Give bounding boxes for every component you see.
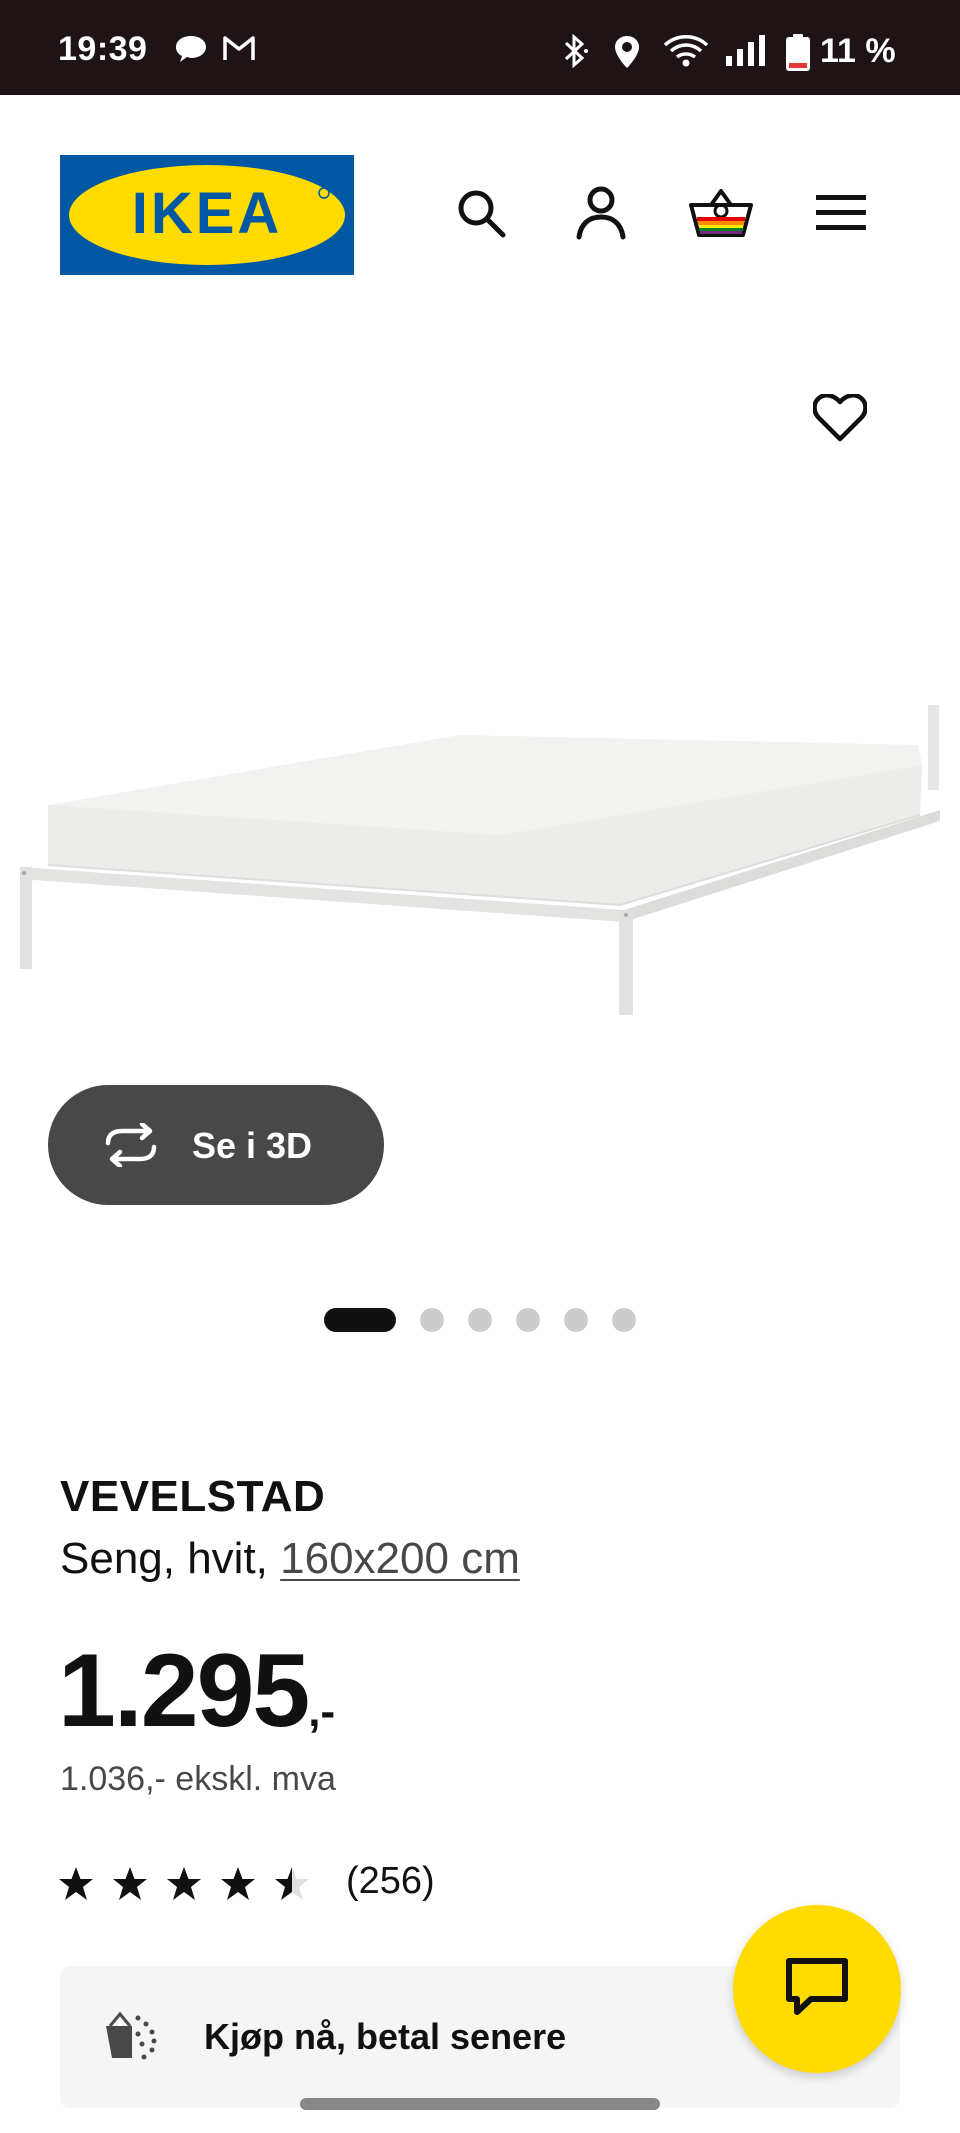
chat-bubble-icon: [174, 34, 208, 69]
heart-icon: [812, 392, 868, 447]
product-description: Seng, hvit, 160x200 cm: [60, 1534, 520, 1584]
gesture-navigation-bar[interactable]: [300, 2098, 660, 2110]
menu-button[interactable]: [806, 180, 876, 250]
search-icon: [455, 187, 507, 244]
product-gallery[interactable]: Se i 3D: [0, 295, 960, 1355]
gallery-pagination: [0, 1303, 960, 1333]
product-size-link[interactable]: 160x200 cm: [280, 1534, 520, 1583]
status-time: 19:39: [58, 30, 148, 68]
star-icon: [221, 1867, 255, 1900]
product-price: 1.295,-: [58, 1632, 335, 1751]
favourite-button[interactable]: [805, 385, 875, 455]
gallery-dot-4[interactable]: [516, 1308, 540, 1332]
shopping-bag-button[interactable]: [686, 180, 756, 250]
price-ex-vat: 1.036,- ekskl. mva: [60, 1760, 336, 1798]
location-icon: [612, 34, 642, 75]
product-image-bed: [0, 575, 960, 1020]
gmail-icon: [222, 34, 256, 67]
account-icon: [575, 185, 627, 246]
rating-count[interactable]: (256): [346, 1860, 435, 1903]
account-button[interactable]: [566, 180, 636, 250]
battery-icon: [784, 34, 812, 77]
status-bar: 19:39 11 %: [0, 0, 960, 95]
star-icon: [59, 1867, 93, 1900]
view-3d-label: Se i 3D: [192, 1125, 313, 1166]
product-type: Seng, hvit,: [60, 1534, 268, 1583]
wifi-icon: [662, 34, 710, 73]
shopping-bag-icon: [689, 187, 753, 244]
gallery-dot-6[interactable]: [612, 1308, 636, 1332]
product-name: VEVELSTAD: [60, 1472, 326, 1521]
ikea-logo[interactable]: IKEA: [60, 155, 354, 275]
menu-icon: [816, 193, 866, 238]
svg-text:IKEA: IKEA: [132, 181, 283, 246]
view-3d-button[interactable]: Se i 3D: [48, 1085, 384, 1205]
signal-icon: [724, 34, 770, 73]
battery-percentage: 11 %: [820, 32, 896, 70]
price-suffix: ,-: [308, 1687, 336, 1736]
chat-button[interactable]: [733, 1905, 901, 2073]
bluetooth-icon: [560, 33, 590, 73]
gallery-dot-2[interactable]: [420, 1308, 444, 1332]
star-icon: [113, 1867, 147, 1900]
price-integer: 1.295: [58, 1633, 310, 1749]
site-header: IKEA: [0, 95, 960, 295]
rotate-3d-icon: [100, 1121, 162, 1172]
gallery-dot-1[interactable]: [324, 1308, 396, 1332]
rating-stars: [58, 1864, 318, 1909]
star-icon: [167, 1867, 201, 1900]
gallery-dot-5[interactable]: [564, 1308, 588, 1332]
chat-icon: [785, 1957, 849, 2022]
search-button[interactable]: [446, 180, 516, 250]
pay-later-label: Kjøp nå, betal senere: [204, 2016, 567, 2057]
half-star-icon: [275, 1867, 309, 1900]
shopping-bag-dots-icon: [102, 2010, 164, 2067]
gallery-dot-3[interactable]: [468, 1308, 492, 1332]
